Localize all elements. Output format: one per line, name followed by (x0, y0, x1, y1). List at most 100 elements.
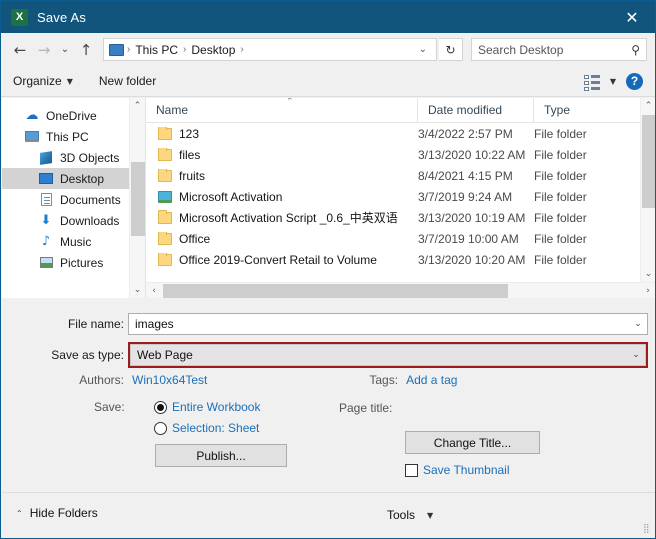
address-bar-row: ← → ⌄ ↑ › This PC › Desktop › ⌄ ↻ Search… (1, 33, 655, 66)
scroll-down-icon[interactable]: ⌄ (641, 266, 656, 282)
tools-button[interactable]: Tools ▼ (381, 504, 439, 526)
hscrollbar-thumb[interactable] (163, 284, 508, 298)
view-controls: ▼ ? (584, 73, 643, 90)
scroll-down-icon[interactable]: ⌄ (130, 282, 145, 298)
sidebar-item-onedrive[interactable]: ☁ OneDrive (2, 105, 145, 126)
date-modified-cell: 3/7/2019 9:24 AM (418, 190, 534, 204)
column-header-name[interactable]: Name ⌃ (146, 98, 418, 123)
radio-entire-workbook[interactable]: Entire Workbook (154, 400, 260, 414)
close-icon[interactable]: ✕ (609, 1, 655, 33)
tags-label: Tags: (369, 373, 398, 387)
search-placeholder: Search Desktop (478, 43, 563, 57)
chevron-down-icon[interactable]: ⌄ (413, 44, 433, 55)
file-name-value: images (135, 317, 629, 331)
change-title-button[interactable]: Change Title... (405, 431, 540, 454)
file-name-text: Office (179, 232, 210, 246)
table-row[interactable]: Microsoft Activation3/7/2019 9:24 AMFile… (146, 186, 656, 207)
column-header-date-modified[interactable]: Date modified (418, 98, 534, 123)
table-row[interactable]: Office3/7/2019 10:00 AMFile folder (146, 228, 656, 249)
downloads-icon-wrap: ⬇ (38, 213, 54, 229)
file-list: Name ⌃ Date modified Type 1233/4/2022 2:… (146, 98, 656, 298)
navpane-scrollbar[interactable]: ⌃ ⌄ (129, 98, 145, 298)
save-form: File name: images ⌄ Save as type: Web Pa… (2, 298, 656, 494)
radio-selection-sheet[interactable]: Selection: Sheet (154, 421, 259, 435)
sidebar-item-downloads[interactable]: ⬇ Downloads (2, 210, 145, 231)
onedrive-icon-wrap: ☁ (24, 108, 40, 124)
column-headers: Name ⌃ Date modified Type (146, 98, 656, 123)
help-icon[interactable]: ? (626, 73, 643, 90)
authors-value[interactable]: Win10x64Test (132, 373, 207, 387)
refresh-icon[interactable]: ↻ (439, 38, 463, 61)
organize-button[interactable]: Organize ▼ (13, 74, 73, 88)
save-thumbnail-label: Save Thumbnail (423, 463, 510, 477)
chevron-down-icon[interactable]: ⌄ (627, 350, 645, 360)
new-folder-button[interactable]: New folder (99, 74, 156, 88)
chevron-down-icon[interactable]: ⌄ (629, 319, 647, 329)
recent-locations-icon[interactable]: ⌄ (57, 38, 73, 62)
sidebar-item-label: OneDrive (46, 109, 97, 123)
column-header-date-label: Date modified (428, 103, 502, 117)
filelist-scrollbar[interactable]: ⌃ ⌄ (640, 98, 656, 282)
dialog-footer: ⌃ Hide Folders Tools ▼ Save Cancel ⣿ (2, 492, 656, 537)
sidebar-item-music[interactable]: ♪Music (2, 231, 145, 252)
file-name-cell: Office (146, 232, 418, 246)
hide-folders-button[interactable]: ⌃ Hide Folders (16, 506, 98, 520)
chevron-down-icon[interactable]: ▼ (610, 77, 616, 86)
publish-button[interactable]: Publish... (155, 444, 287, 467)
sidebar-item-label: Music (60, 235, 91, 249)
scroll-up-icon[interactable]: ⌃ (130, 98, 145, 114)
sidebar-item-pictures[interactable]: Pictures (2, 252, 145, 273)
table-row[interactable]: fruits8/4/2021 4:15 PMFile folder (146, 165, 656, 186)
authors-tags-row: Authors: Win10x64Test Tags: Add a tag (2, 373, 656, 387)
3d-objects-icon (40, 151, 52, 165)
sidebar-item-label: This PC (46, 130, 89, 144)
view-layout-icon[interactable] (584, 75, 600, 88)
back-icon[interactable]: ← (9, 38, 31, 62)
folder-icon (158, 212, 172, 224)
filelist-horizontal-scrollbar[interactable]: ‹ › (146, 282, 656, 298)
folder-icon (158, 128, 172, 140)
breadcrumb[interactable]: › This PC › Desktop › ⌄ (103, 38, 437, 61)
sidebar-item-label: Downloads (60, 214, 119, 228)
column-header-type[interactable]: Type (534, 98, 642, 123)
page-title-label: Page title: (339, 401, 392, 415)
desktop-icon (39, 173, 53, 184)
radio-icon-unselected (154, 422, 167, 435)
pictures-icon (40, 257, 53, 268)
save-as-type-select[interactable]: Web Page ⌄ (130, 344, 646, 366)
folder-icon (158, 170, 172, 182)
file-name-text: files (179, 148, 200, 162)
table-row[interactable]: 1233/4/2022 2:57 PMFile folder (146, 123, 656, 144)
sidebar-item-this-pc[interactable]: This PC (2, 126, 145, 147)
file-name-input[interactable]: images ⌄ (128, 313, 648, 335)
breadcrumb-item-this-pc[interactable]: This PC (131, 43, 182, 57)
sidebar-item-documents[interactable]: Documents (2, 189, 145, 210)
table-row[interactable]: Office 2019-Convert Retail to Volume3/13… (146, 249, 656, 270)
save-as-type-highlight: Web Page ⌄ (128, 342, 648, 368)
add-a-tag-link[interactable]: Add a tag (406, 373, 457, 387)
file-name-text: Office 2019-Convert Retail to Volume (179, 253, 377, 267)
date-modified-cell: 3/7/2019 10:00 AM (418, 232, 534, 246)
sidebar-item-desktop[interactable]: Desktop (2, 168, 145, 189)
pictures-icon-wrap (38, 255, 54, 271)
sidebar-item-label: Documents (60, 193, 121, 207)
search-input[interactable]: Search Desktop ⚲ (471, 38, 647, 61)
file-rows: 1233/4/2022 2:57 PMFile folderfiles3/13/… (146, 123, 656, 270)
up-icon[interactable]: ↑ (75, 38, 97, 62)
sidebar-item-3d-objects[interactable]: 3D Objects (2, 147, 145, 168)
table-row[interactable]: files3/13/2020 10:22 AMFile folder (146, 144, 656, 165)
scroll-up-icon[interactable]: ⌃ (641, 98, 656, 114)
scrollbar-thumb[interactable] (131, 162, 145, 236)
resize-grip-icon[interactable]: ⣿ (643, 525, 653, 535)
scroll-right-icon[interactable]: › (640, 286, 656, 296)
file-name-label: File name: (2, 317, 124, 331)
scrollbar-thumb[interactable] (642, 115, 656, 208)
type-cell: File folder (534, 253, 642, 267)
save-thumbnail-checkbox[interactable]: Save Thumbnail (405, 463, 510, 477)
save-as-type-value: Web Page (137, 348, 627, 362)
table-row[interactable]: Microsoft Activation Script _0.6_中英双语3/1… (146, 207, 656, 228)
scroll-left-icon[interactable]: ‹ (146, 286, 162, 296)
breadcrumb-item-desktop[interactable]: Desktop (187, 43, 239, 57)
folder-icon (158, 149, 172, 161)
file-name-cell: fruits (146, 169, 418, 183)
